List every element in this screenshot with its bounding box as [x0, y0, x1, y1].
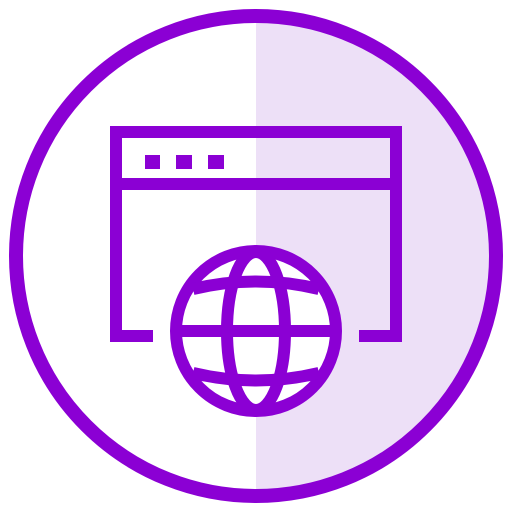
browser-window-dots: [145, 155, 224, 169]
web-browser-globe-icon: [9, 9, 503, 503]
globe-icon: [170, 245, 342, 417]
window-dot-icon: [176, 155, 192, 169]
window-dot-icon: [145, 155, 160, 169]
window-dot-icon: [208, 155, 224, 169]
icon-stage: [0, 0, 512, 512]
